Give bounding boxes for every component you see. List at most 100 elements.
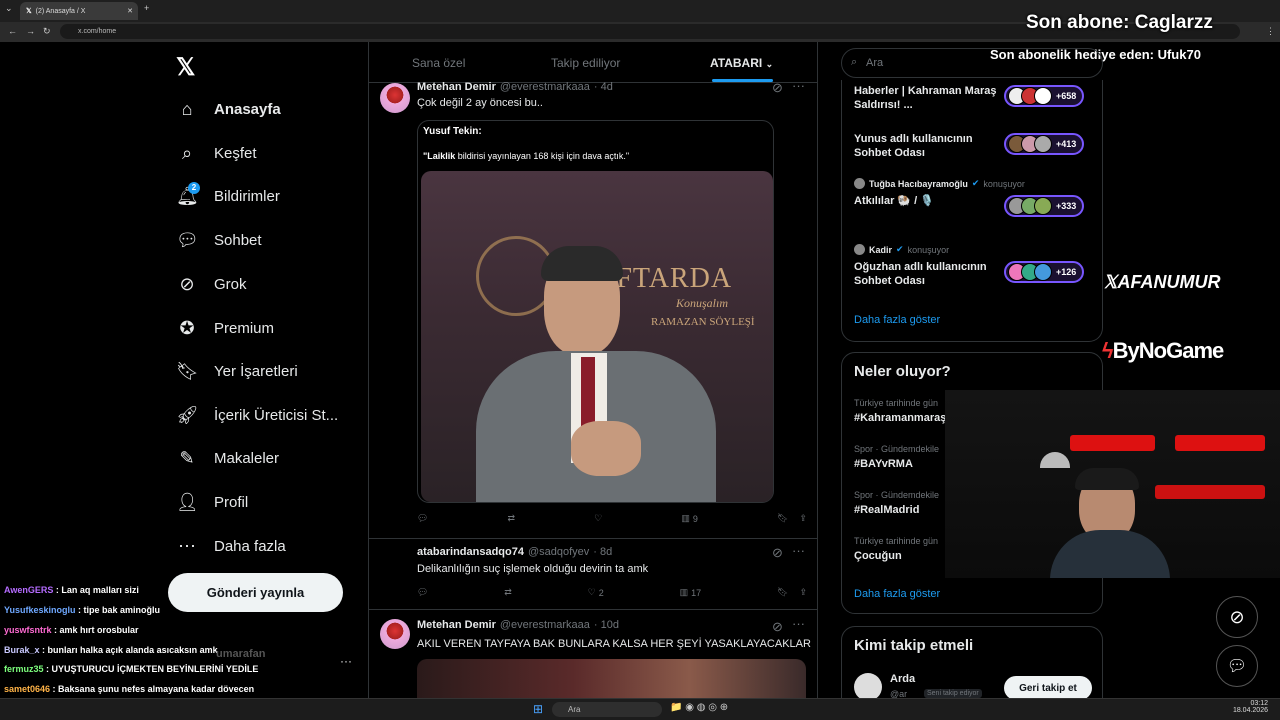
- post-actions: 💬︎ ⇄ ♡ 2 ▥ 17 🔖︎ ⇪: [417, 587, 807, 598]
- post-author-handle[interactable]: @everestmarkaaa: [500, 619, 590, 631]
- profile-icon: 👤︎: [176, 491, 199, 512]
- bookmark-icon[interactable]: 🔖︎: [777, 587, 788, 598]
- reply-icon[interactable]: 💬︎: [417, 513, 428, 524]
- post-author-handle[interactable]: @everestmarkaaa: [500, 81, 590, 93]
- tab-atabari[interactable]: ATABARI ⌄: [710, 56, 773, 70]
- taskbar-date: 18.04.2026: [1232, 707, 1268, 714]
- space-listeners-pill[interactable]: +413: [1004, 133, 1085, 155]
- avatar[interactable]: [854, 673, 882, 701]
- trend-name[interactable]: #Kahramanmaraş: [854, 412, 946, 424]
- follow-back-button[interactable]: Geri takip et: [1004, 676, 1092, 700]
- more-options-icon[interactable]: ···: [792, 78, 805, 93]
- nav-item-10[interactable]: 👤︎ Profil: [176, 487, 248, 517]
- forward-icon[interactable]: →: [26, 26, 35, 36]
- space-title[interactable]: Yunus adlı kullanıcının Sohbet Odası: [854, 132, 1004, 160]
- nav-item-5[interactable]: ⊘ Grok: [176, 269, 246, 299]
- post-time[interactable]: · 10d: [594, 619, 619, 631]
- grok-icon[interactable]: ⊘: [772, 545, 783, 561]
- bookmark-icon[interactable]: 🔖︎: [777, 513, 788, 524]
- trend-name[interactable]: #BAYvRMA: [854, 458, 913, 470]
- nav-item-4[interactable]: 💬︎ Sohbet: [176, 225, 262, 255]
- nav-item-7[interactable]: 🔖︎ Yer İşaretleri: [176, 356, 298, 386]
- tab-search-icon[interactable]: ⌄: [5, 3, 13, 14]
- repost-icon[interactable]: ⇄: [504, 587, 512, 598]
- space-title[interactable]: Atkılılar 🐏 / 🎙️: [854, 194, 1004, 208]
- share-icon[interactable]: ⇪: [799, 587, 807, 598]
- back-icon[interactable]: ←: [8, 26, 17, 36]
- search-box[interactable]: ⌕ Ara: [841, 48, 1103, 78]
- account-name[interactable]: umarafan: [216, 648, 266, 660]
- browser-menu-icon[interactable]: ⋮: [1266, 26, 1275, 37]
- like-icon[interactable]: ♡: [594, 513, 602, 524]
- post-2[interactable]: atabarindansadqo74 @sadqofyev · 8d ⊘ ···…: [369, 540, 817, 610]
- nav-item-6[interactable]: ✪ Premium: [176, 313, 274, 343]
- nav-item-11[interactable]: ⋯ Daha fazla: [176, 531, 286, 561]
- search-input[interactable]: Ara: [866, 57, 883, 69]
- nav-item-9[interactable]: ✎ Makaleler: [176, 443, 279, 473]
- space-listeners-pill[interactable]: +658: [1004, 85, 1085, 107]
- quoted-media-card[interactable]: Yusuf Tekin: "Laiklik bildirisi yayınlay…: [417, 120, 774, 503]
- space-title[interactable]: Haberler | Kahraman Maraş Saldırısı! ...: [854, 84, 1004, 112]
- trend-name[interactable]: Çocuğun: [854, 550, 902, 562]
- more-options-icon[interactable]: ···: [792, 616, 805, 631]
- nav-item-3[interactable]: 🔔︎ 2 Bildirimler: [176, 181, 280, 211]
- taskbar-clock[interactable]: 03:12 18.04.2026: [1228, 700, 1268, 714]
- space-listeners-pill[interactable]: +333: [1004, 195, 1085, 217]
- post-author-name[interactable]: atabarindansadqo74: [417, 546, 524, 558]
- taskbar-search[interactable]: Ara: [552, 702, 662, 717]
- post-3[interactable]: Metehan Demir @everestmarkaaa · 10d ⊘ ··…: [369, 611, 817, 699]
- post-time[interactable]: · 4d: [594, 81, 613, 93]
- post-author-name[interactable]: Metehan Demir: [417, 619, 496, 631]
- chat-float-button[interactable]: 💬︎: [1216, 645, 1258, 687]
- space-host-name[interactable]: Kadir: [869, 245, 892, 255]
- browser-tab[interactable]: 𝕏 (2) Anasayfa / X ✕: [20, 2, 138, 20]
- trends-show-more-link[interactable]: Daha fazla göster: [854, 588, 940, 600]
- chat-message: Yusufkeskinoglu : tipe bak aminoğlu: [4, 605, 160, 615]
- avatar: [1034, 135, 1052, 153]
- post-button[interactable]: Gönderi yayınla: [168, 573, 343, 612]
- account-more-icon[interactable]: ···: [340, 654, 352, 668]
- avatar[interactable]: [854, 244, 865, 255]
- nav-item-8[interactable]: 🚀︎ İçerik Üreticisi St...: [176, 400, 338, 430]
- space-listener-count: +413: [1056, 139, 1077, 149]
- nav-item-label: Profil: [214, 493, 249, 511]
- grok-icon[interactable]: ⊘: [772, 619, 783, 635]
- follow-name[interactable]: Arda: [890, 673, 915, 685]
- post-author-handle[interactable]: @sadqofyev: [528, 546, 589, 558]
- windows-taskbar: ⊞ Ara 📁 ◉ ◍ ◎ ⊕ 03:12 18.04.2026: [0, 698, 1280, 720]
- spaces-show-more-link[interactable]: Daha fazla göster: [854, 314, 940, 326]
- afanumur-logo: 𝕏AFANUMUR: [1103, 272, 1221, 293]
- space-host-name[interactable]: Tuğba Hacıbayramoğlu: [869, 179, 968, 189]
- post-media-preview[interactable]: [417, 659, 806, 699]
- windows-start-icon[interactable]: ⊞: [533, 702, 543, 716]
- chat-username: Yusufkeskinoglu: [4, 605, 76, 615]
- x-logo-icon[interactable]: 𝕏: [176, 53, 195, 82]
- space-title[interactable]: Oğuzhan adlı kullanıcının Sohbet Odası: [854, 260, 1004, 288]
- close-tab-icon[interactable]: ✕: [127, 7, 133, 15]
- reload-icon[interactable]: ↻: [43, 26, 51, 37]
- post-photo[interactable]: İFTARDA Konuşalım RAMAZAN SÖYLEŞİ: [421, 171, 773, 502]
- grok-icon[interactable]: ⊘: [772, 80, 783, 96]
- repost-icon[interactable]: ⇄: [508, 513, 516, 524]
- tab-for-you[interactable]: Sana özel: [412, 56, 465, 70]
- avatar[interactable]: [854, 178, 865, 189]
- nav-item-2[interactable]: ⌕ Keşfet: [176, 138, 257, 168]
- more-options-icon[interactable]: ···: [792, 543, 805, 558]
- like-button[interactable]: ♡ 2: [588, 587, 604, 598]
- views-button[interactable]: ▥ 17: [680, 587, 702, 598]
- nav-item-1[interactable]: ⌂ Anasayfa: [176, 94, 281, 124]
- post-author-name[interactable]: Metehan Demir: [417, 81, 496, 93]
- space-listeners-pill[interactable]: +126: [1004, 261, 1085, 283]
- share-icon[interactable]: ⇪: [799, 513, 807, 524]
- trend-name[interactable]: #RealMadrid: [854, 504, 919, 516]
- reply-icon[interactable]: 💬︎: [417, 587, 428, 598]
- avatar[interactable]: [380, 619, 410, 649]
- post-1[interactable]: Metehan Demir @everestmarkaaa · 4d ⊘ ···…: [369, 78, 817, 539]
- views-button[interactable]: ▥ 9: [681, 513, 698, 524]
- avatar[interactable]: [380, 83, 410, 113]
- new-tab-icon[interactable]: +: [144, 3, 149, 13]
- tab-following[interactable]: Takip ediliyor: [551, 56, 620, 70]
- post-time[interactable]: · 8d: [593, 546, 612, 558]
- grok-float-button[interactable]: ⊘: [1216, 596, 1258, 638]
- taskbar-apps-icons[interactable]: 📁 ◉ ◍ ◎ ⊕: [670, 702, 728, 713]
